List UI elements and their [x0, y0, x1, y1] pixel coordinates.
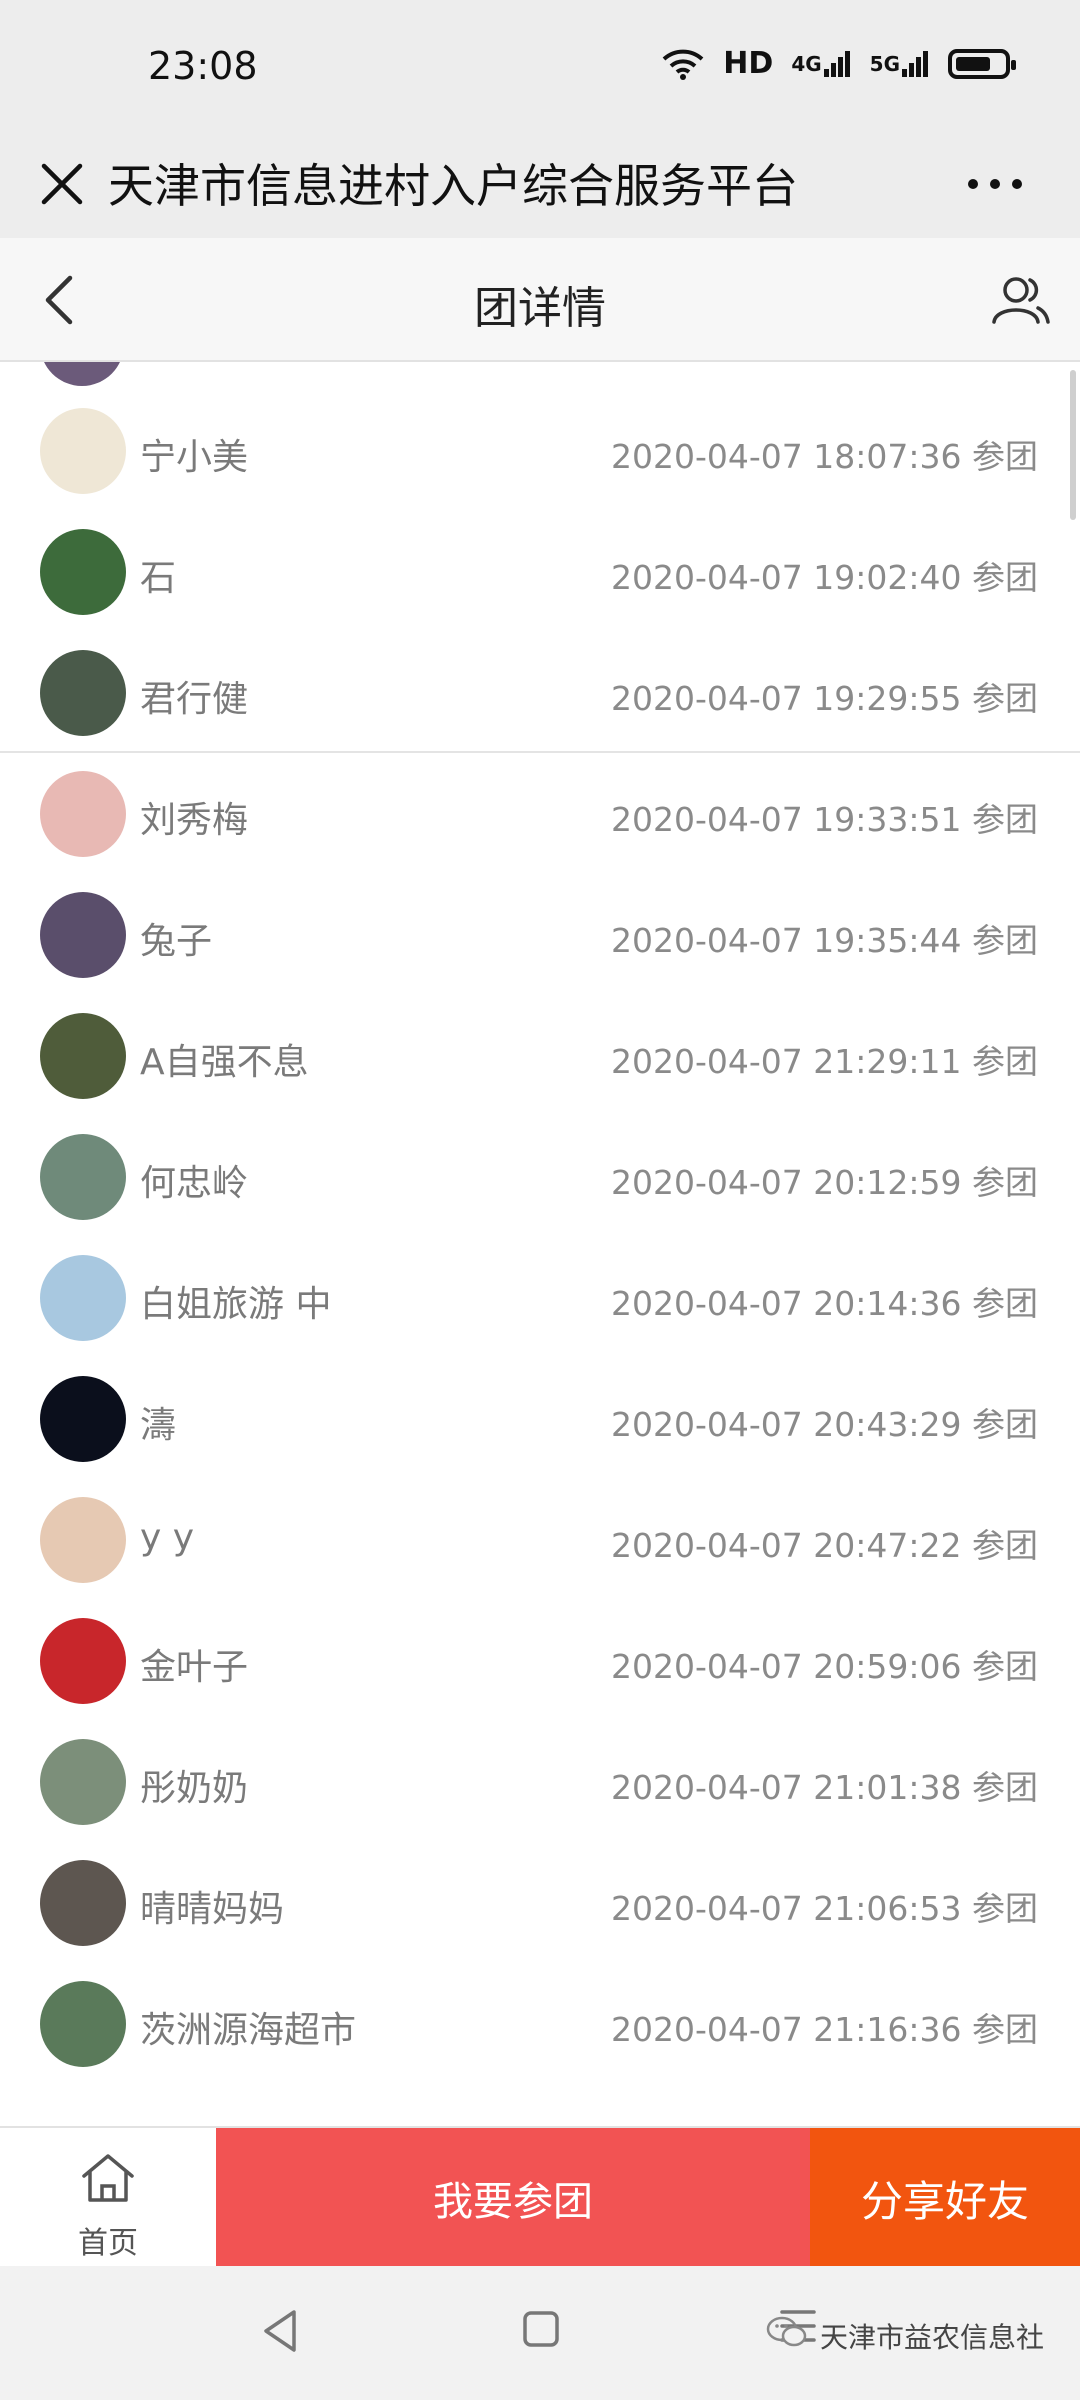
- member-name: 何忠岭: [140, 1163, 249, 1204]
- avatar: [40, 1013, 126, 1099]
- home-button[interactable]: 首页: [0, 2128, 216, 2268]
- member-name: 濤: [140, 1405, 177, 1446]
- join-time: 2020-04-07 19:35:44 参团: [611, 921, 1038, 960]
- share-friends-button[interactable]: 分享好友: [810, 2128, 1080, 2268]
- list-item: A自强不息 2020-04-07 21:29:11 参团: [0, 995, 1080, 1116]
- group-members-icon[interactable]: [984, 268, 1054, 332]
- list-item: 金叶子 2020-04-07 20:59:06 参团: [0, 1600, 1080, 1721]
- member-name: 刘秀梅: [140, 800, 249, 841]
- join-time: 2020-04-07 20:47:22 参团: [611, 1526, 1038, 1565]
- member-name: 君行健: [140, 679, 249, 720]
- divider: [0, 751, 1080, 753]
- member-name: 宁小美: [140, 437, 249, 478]
- wechat-title-bar: 天津市信息进村入户综合服务平台: [0, 130, 1080, 238]
- avatar: [40, 529, 126, 615]
- join-time: 2020-04-07 21:29:11 参团: [611, 1042, 1038, 1081]
- list-item: 茨洲源海超市 2020-04-07 21:16:36 参团: [0, 1963, 1080, 2084]
- status-icons: HD 4G 5G: [661, 46, 1016, 81]
- status-time: 23:08: [148, 44, 258, 88]
- wifi-icon: [661, 47, 705, 81]
- list-item: 刘秀梅 2020-04-07 19:33:51 参团: [0, 753, 1080, 874]
- wechat-logo-icon: [766, 2314, 808, 2357]
- list-item: y y 2020-04-07 20:47:22 参团: [0, 1479, 1080, 1600]
- list-item: 何忠岭 2020-04-07 20:12:59 参团: [0, 1116, 1080, 1237]
- avatar: [40, 1981, 126, 2067]
- member-name: 茨洲源海超市: [140, 2010, 357, 2051]
- join-time: 2020-04-07 21:06:53 参团: [611, 1889, 1038, 1928]
- join-time: 2020-04-07 21:16:36 参团: [611, 2010, 1038, 2049]
- avatar: [40, 1739, 126, 1825]
- close-icon[interactable]: [30, 152, 94, 216]
- signal-5g-icon: 5G: [870, 49, 930, 79]
- home-icon: [78, 2150, 138, 2206]
- scrollbar[interactable]: [1070, 370, 1076, 520]
- list-item: 君行健 2020-04-07 19:29:55 参团: [0, 632, 1080, 753]
- page-title: 团详情: [474, 283, 606, 334]
- avatar: [40, 1376, 126, 1462]
- join-time: 2020-04-07 20:12:59 参团: [611, 1163, 1038, 1202]
- hd-label: HD: [723, 46, 774, 81]
- nav-home-icon[interactable]: [522, 2310, 560, 2348]
- join-time: 2020-04-07 20:14:36 参团: [611, 1284, 1038, 1323]
- join-time: 2020-04-07 20:59:06 参团: [611, 1647, 1038, 1686]
- page-header: 团详情: [0, 238, 1080, 362]
- member-name: A自强不息: [140, 1042, 309, 1083]
- member-name: 金叶子: [140, 1647, 249, 1688]
- more-options-icon[interactable]: [960, 156, 1030, 212]
- list-item: 晴晴妈妈 2020-04-07 21:06:53 参团: [0, 1842, 1080, 1963]
- avatar: [40, 1255, 126, 1341]
- member-name: y y: [140, 1517, 195, 1558]
- avatar: [40, 1497, 126, 1583]
- avatar: [40, 362, 124, 386]
- join-time: 2020-04-07 19:29:55 参团: [611, 679, 1038, 718]
- join-time: 2020-04-07 19:33:51 参团: [611, 800, 1038, 839]
- avatar: [40, 408, 126, 494]
- list-item: 彤奶奶 2020-04-07 21:01:38 参团: [0, 1721, 1080, 1842]
- member-name: 石: [140, 558, 177, 599]
- avatar: [40, 892, 126, 978]
- home-label: 首页: [78, 2226, 138, 2261]
- list-item: 濤 2020-04-07 20:43:29 参团: [0, 1358, 1080, 1479]
- member-name: 晴晴妈妈: [140, 1889, 285, 1930]
- system-nav-bar: 天津市益农信息社: [0, 2266, 1080, 2400]
- bottom-action-bar: 首页 我要参团 分享好友: [0, 2126, 1080, 2268]
- avatar: [40, 650, 126, 736]
- avatar: [40, 1618, 126, 1704]
- join-time: 2020-04-07 19:02:40 参团: [611, 558, 1038, 597]
- list-item: 石 2020-04-07 19:02:40 参团: [0, 511, 1080, 632]
- list-item: 兔子 2020-04-07 19:35:44 参团: [0, 874, 1080, 995]
- join-time: 2020-04-07 21:01:38 参团: [611, 1768, 1038, 1807]
- member-list[interactable]: 宁小美 2020-04-07 18:07:36 参团石 2020-04-07 19:…: [0, 362, 1080, 2126]
- signal-4g-icon: 4G: [791, 49, 851, 79]
- battery-icon: [948, 48, 1016, 79]
- join-time: 2020-04-07 18:07:36 参团: [611, 437, 1038, 476]
- status-bar: 23:08 HD 4G 5G: [0, 0, 1080, 130]
- watermark: 天津市益农信息社: [766, 2314, 1044, 2357]
- join-group-button[interactable]: 我要参团: [216, 2128, 810, 2268]
- avatar: [40, 1860, 126, 1946]
- list-item: 白姐旅游 中 2020-04-07 20:14:36 参团: [0, 1237, 1080, 1358]
- wechat-page-title: 天津市信息进村入户综合服务平台: [108, 159, 798, 213]
- avatar: [40, 1134, 126, 1220]
- member-name: 彤奶奶: [140, 1768, 249, 1809]
- avatar: [40, 771, 126, 857]
- nav-back-icon[interactable]: [258, 2306, 302, 2356]
- member-name: 兔子: [140, 921, 213, 962]
- join-time: 2020-04-07 20:43:29 参团: [611, 1405, 1038, 1444]
- list-item: 宁小美 2020-04-07 18:07:36 参团: [0, 390, 1080, 511]
- member-name: 白姐旅游 中: [140, 1284, 332, 1325]
- watermark-text: 天津市益农信息社: [819, 2320, 1044, 2354]
